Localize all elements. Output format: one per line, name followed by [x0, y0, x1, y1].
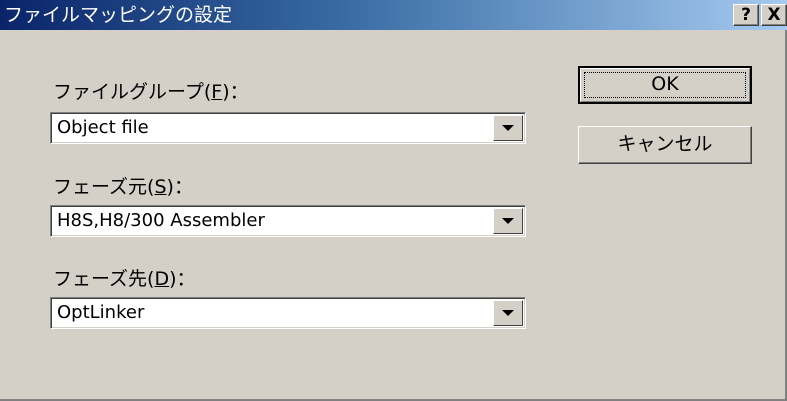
window-title: ファイルマッピングの設定	[4, 4, 233, 26]
chevron-down-icon[interactable]	[493, 208, 523, 234]
chevron-down-icon[interactable]	[493, 300, 523, 326]
phase-from-value: H8S,H8/300 Assembler	[57, 210, 265, 231]
file-group-label-prefix: ファイルグループ(	[53, 81, 212, 103]
focus-rect	[584, 72, 746, 98]
file-group-select[interactable]: Object file	[50, 112, 526, 144]
phase-from-accel: S	[154, 176, 167, 198]
phase-to-value: OptLinker	[57, 302, 145, 323]
file-group-label-suffix: )：	[222, 81, 249, 103]
file-mapping-dialog: ファイルマッピングの設定 ? X ファイルグループ(F)： Object fil…	[0, 0, 787, 401]
title-bar[interactable]: ファイルマッピングの設定 ? X	[0, 0, 787, 30]
phase-from-label-suffix: )：	[166, 176, 193, 198]
phase-to-select[interactable]: OptLinker	[50, 297, 526, 329]
cancel-button[interactable]: キャンセル	[578, 126, 752, 164]
help-button[interactable]: ?	[733, 4, 759, 26]
phase-from-label: フェーズ元(S)：	[53, 176, 193, 198]
chevron-down-icon[interactable]	[493, 115, 523, 141]
file-group-accel: F	[211, 81, 223, 103]
phase-to-label-prefix: フェーズ先(	[53, 268, 155, 290]
file-group-value: Object file	[57, 117, 149, 138]
phase-to-label: フェーズ先(D)：	[53, 268, 196, 290]
phase-from-select[interactable]: H8S,H8/300 Assembler	[50, 205, 526, 237]
cancel-button-label: キャンセル	[617, 133, 713, 155]
phase-to-label-suffix: )：	[169, 268, 196, 290]
phase-from-label-prefix: フェーズ元(	[53, 176, 155, 198]
file-group-label: ファイルグループ(F)：	[53, 81, 249, 103]
close-button[interactable]: X	[761, 4, 787, 26]
ok-button[interactable]: OK	[578, 66, 752, 104]
phase-to-accel: D	[154, 268, 170, 290]
